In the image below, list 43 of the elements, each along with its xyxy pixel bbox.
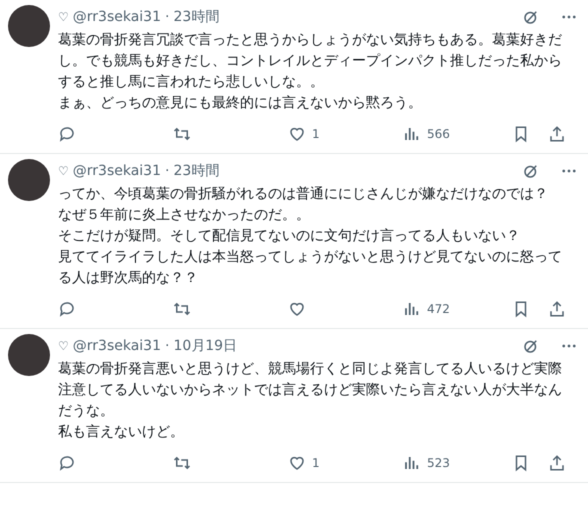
- heart-icon[interactable]: [288, 454, 306, 472]
- post-text: まぁ、どっちの意見にも最終的には言えないから黙ろう。: [58, 94, 423, 113]
- view-count: 523: [427, 456, 450, 470]
- post-time[interactable]: 10月19日: [173, 337, 238, 355]
- share-icon[interactable]: [548, 125, 566, 143]
- post-time[interactable]: 23時間: [173, 8, 220, 26]
- share-icon[interactable]: [548, 454, 566, 472]
- user-handle[interactable]: @rr3sekai31: [72, 338, 161, 354]
- post-text: 葛葉の骨折発言冗談で言ったと思うからしょうがない気持ちもある。葛葉好きだし。でも競馬も好きだし、コントレイルとディープインパクト推しだった私からすると推し馬に言われたら悲しいしな。。: [58, 31, 563, 92]
- display-name: ♡: [58, 339, 69, 353]
- views-icon[interactable]: [403, 454, 421, 472]
- user-handle[interactable]: @rr3sekai31: [72, 9, 161, 25]
- repost-icon[interactable]: [173, 125, 191, 143]
- separator-dot: ·: [165, 338, 170, 354]
- separator-dot: ·: [165, 163, 170, 179]
- user-handle[interactable]: @rr3sekai31: [72, 163, 161, 179]
- repost-icon[interactable]: [173, 300, 191, 318]
- separator-dot: ·: [165, 9, 170, 25]
- reply-icon[interactable]: [58, 454, 76, 472]
- post-text: 私も言えないけど。: [58, 423, 185, 442]
- like-count: 1: [312, 127, 320, 141]
- like-count: 1: [312, 456, 320, 470]
- display-name: ♡: [58, 10, 69, 24]
- share-icon[interactable]: [548, 300, 566, 318]
- views-icon[interactable]: [403, 300, 421, 318]
- post-text: なぜ５年前に炎上させなかったのだ。。: [58, 206, 311, 225]
- heart-icon[interactable]: [288, 300, 306, 318]
- avatar[interactable]: [8, 5, 50, 47]
- views-icon[interactable]: [403, 125, 421, 143]
- post-text: 葛葉の骨折発言悪いと思うけど、競馬場行くと同じよ発言してる人いるけど実際注意してる人いないからネットでは言えるけど実際いたら言えない人が大半なんだうな。: [58, 360, 563, 421]
- post-text: そこだけが疑問。そして配信見てないのに文句だけ言ってる人もいない？: [58, 227, 521, 246]
- post-text: 見ててイライラした人は本当怒ってしょうがないと思うけど見てないのに怒ってる人は野次馬的な？？: [58, 248, 563, 288]
- view-count: 566: [427, 127, 450, 141]
- avatar[interactable]: [8, 334, 50, 376]
- view-count: 472: [427, 302, 450, 316]
- reply-icon[interactable]: [58, 125, 76, 143]
- display-name: ♡: [58, 164, 69, 178]
- avatar[interactable]: [8, 159, 50, 201]
- post-time[interactable]: 23時間: [173, 162, 220, 180]
- repost-icon[interactable]: [173, 454, 191, 472]
- reply-icon[interactable]: [58, 300, 76, 318]
- post-text: ってか、今頃葛葉の骨折騒がれるのは普通ににじさんじが嫌なだけなのでは？: [58, 185, 549, 204]
- heart-icon[interactable]: [288, 125, 306, 143]
